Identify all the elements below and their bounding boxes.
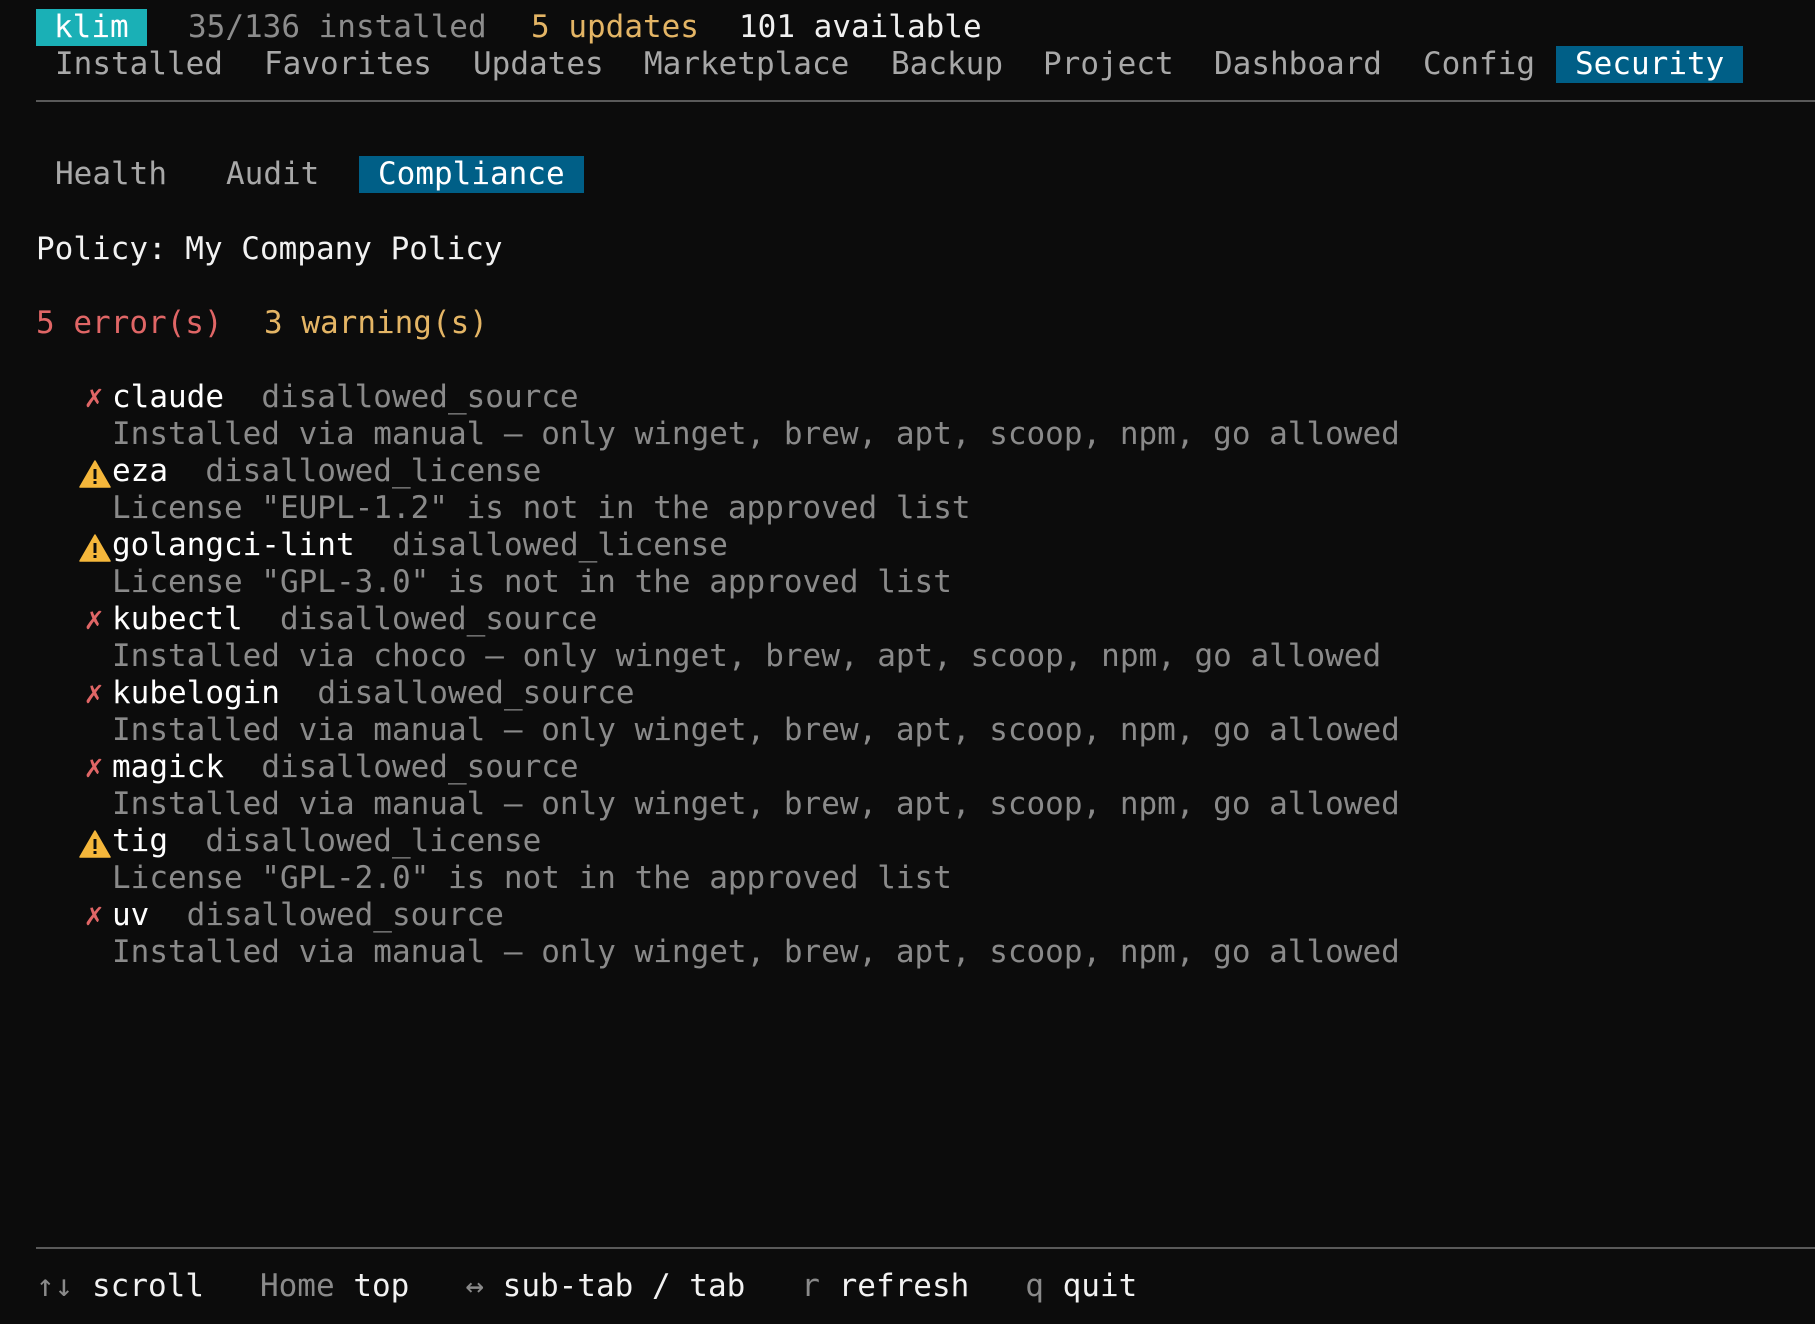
package-name: claude [112,379,224,415]
installed-count: 35/136 installed [188,9,487,45]
refresh-action: refresh [838,1268,970,1304]
tab-installed[interactable]: Installed [36,46,242,83]
list-item[interactable]: golangci-lint disallowed_license License… [0,527,1815,601]
list-item[interactable]: ✗ claude disallowed_source Installed via… [0,379,1815,453]
issue-detail: Installed via manual – only winget, brew… [112,786,1400,822]
rule-id: disallowed_license [205,823,542,859]
available-count: 101 available [739,9,982,45]
header-divider [36,100,1815,102]
subtab-action: sub-tab / tab [502,1268,746,1304]
warning-count: 3 warning(s) [264,305,488,341]
scroll-key-hint: ↑↓ [36,1268,74,1304]
rule-id: disallowed_license [391,527,728,563]
footer-divider [36,1247,1815,1249]
tab-security[interactable]: Security [1556,46,1744,83]
list-item[interactable]: eza disallowed_license License "EUPL-1.2… [0,453,1815,527]
package-name: uv [112,897,150,933]
x-icon: ✗ [84,897,104,933]
list-item[interactable]: tig disallowed_license License "GPL-2.0"… [0,823,1815,897]
package-name: magick [112,749,224,785]
rule-id: disallowed_license [205,453,542,489]
subtab-compliance[interactable]: Compliance [359,156,584,193]
package-name: eza [112,453,168,489]
issue-detail: Installed via manual – only winget, brew… [112,712,1400,748]
list-item[interactable]: ✗ kubectl disallowed_source Installed vi… [0,601,1815,675]
tab-favorites[interactable]: Favorites [245,46,451,83]
issue-detail: Installed via choco – only winget, brew,… [112,638,1382,674]
tab-project[interactable]: Project [1024,46,1193,83]
refresh-key-hint: r [801,1268,820,1304]
quit-action: quit [1062,1268,1138,1304]
rule-id: disallowed_source [317,675,635,711]
x-icon: ✗ [84,601,104,637]
app-name-badge: klim [36,9,147,46]
package-name: kubelogin [112,675,280,711]
warning-icon [79,460,111,488]
warning-icon [79,534,111,562]
issue-detail: Installed via manual – only winget, brew… [112,934,1400,970]
top-action: top [353,1268,410,1304]
x-icon: ✗ [84,379,104,415]
issue-detail: Installed via manual – only winget, brew… [112,416,1400,452]
package-name: tig [112,823,168,859]
quit-key-hint: q [1025,1268,1044,1304]
list-item[interactable]: ✗ magick disallowed_source Installed via… [0,749,1815,823]
subtab-audit[interactable]: Audit [207,156,338,193]
updates-count: 5 updates [531,9,699,45]
policy-title: Policy: My Company Policy [36,231,503,267]
x-icon: ✗ [84,675,104,711]
warning-icon [79,830,111,858]
list-item[interactable]: ✗ kubelogin disallowed_source Installed … [0,675,1815,749]
package-name: kubectl [112,601,243,637]
tab-marketplace[interactable]: Marketplace [625,46,868,83]
issue-detail: License "EUPL-1.2" is not in the approve… [112,490,971,526]
rule-id: disallowed_source [261,749,579,785]
tab-backup[interactable]: Backup [872,46,1022,83]
home-key-hint: Home [259,1268,335,1304]
x-icon: ✗ [84,749,104,785]
tab-config[interactable]: Config [1404,46,1554,83]
rule-id: disallowed_source [186,897,504,933]
rule-id: disallowed_source [261,379,579,415]
arrows-key-hint: ↔ [465,1268,484,1304]
issue-detail: License "GPL-3.0" is not in the approved… [112,564,952,600]
issue-detail: License "GPL-2.0" is not in the approved… [112,860,952,896]
package-name: golangci-lint [112,527,355,563]
error-count: 5 error(s) [36,305,223,341]
tab-dashboard[interactable]: Dashboard [1195,46,1401,83]
scroll-action: scroll [92,1268,204,1304]
list-item[interactable]: ✗ uv disallowed_source Installed via man… [0,897,1815,971]
keybinding-bar: ↑↓ scroll Home top ↔ sub-tab / tab r ref… [36,1268,1137,1305]
rule-id: disallowed_source [279,601,598,637]
subtab-health[interactable]: Health [36,156,186,193]
tab-updates[interactable]: Updates [454,46,623,83]
